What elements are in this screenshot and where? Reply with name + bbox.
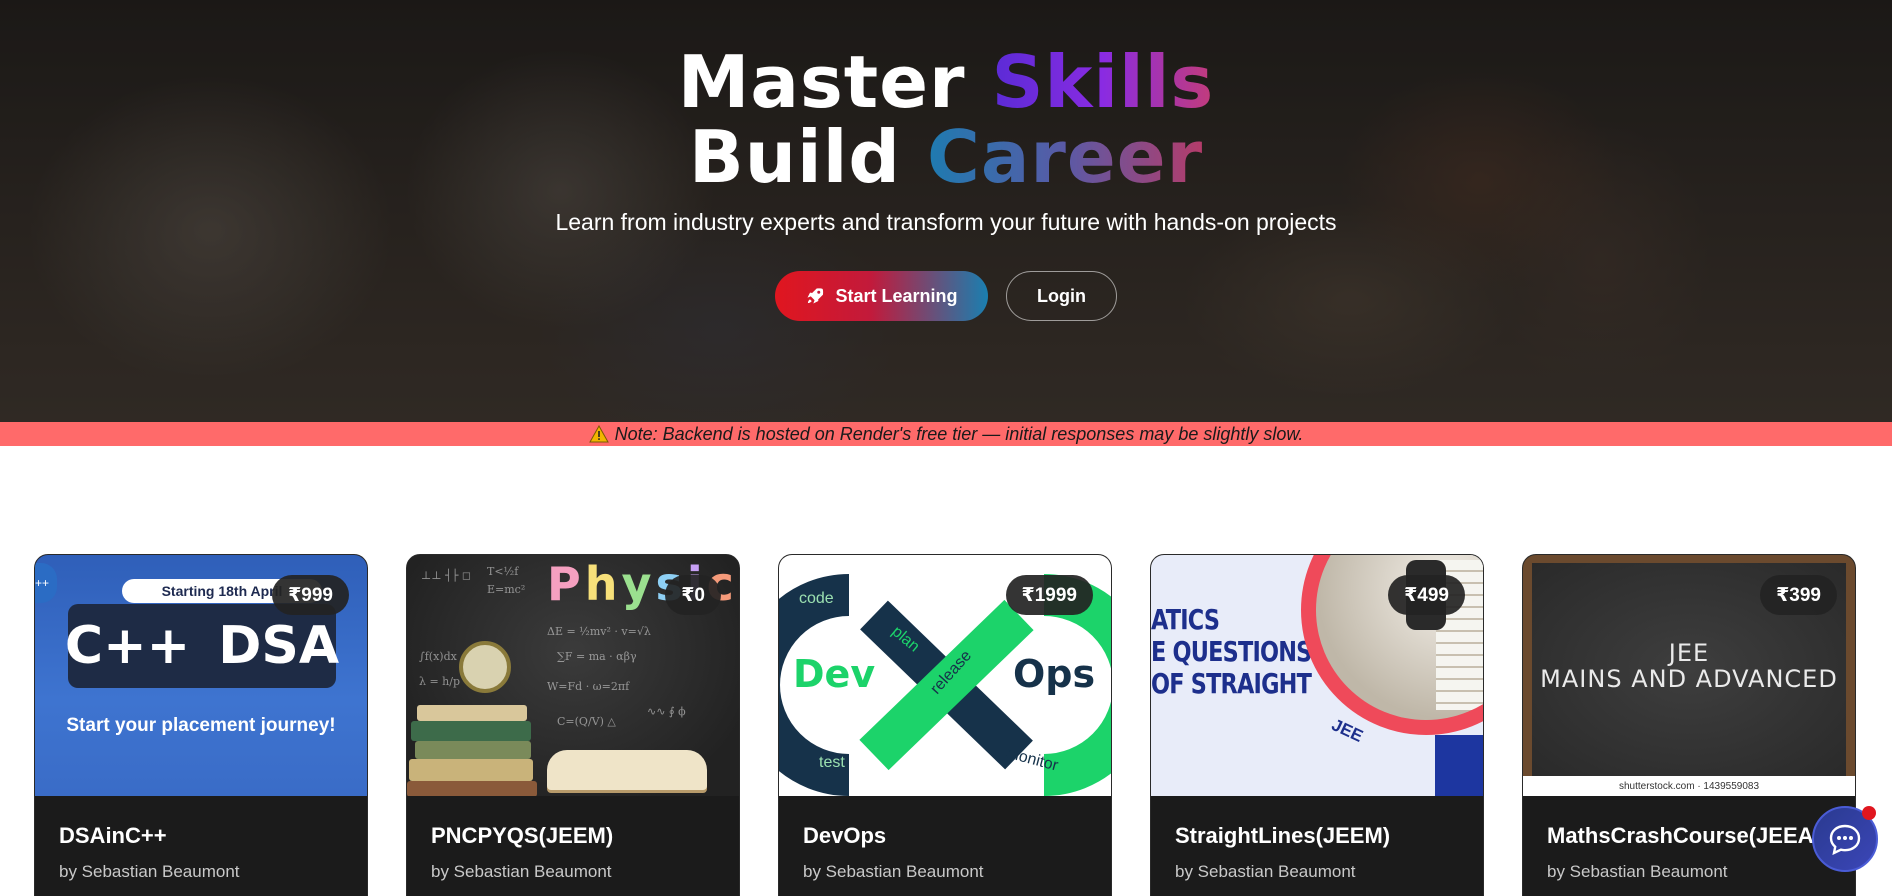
price-badge: ₹1999 bbox=[1005, 575, 1093, 615]
book-stack bbox=[415, 741, 531, 759]
course-card[interactable]: ++ Starting 18th April C++ DSA Start you… bbox=[34, 554, 368, 896]
hero-section: Master Skills Build Career Learn from in… bbox=[0, 0, 1892, 422]
thumb-blue-bar bbox=[1435, 735, 1483, 796]
course-title[interactable]: DevOps bbox=[803, 823, 886, 849]
hero-title-word-build: Build bbox=[688, 115, 901, 199]
thumb-credit: shutterstock.com · 1439559083 bbox=[1523, 776, 1855, 796]
backend-note-banner: Note: Backend is hosted on Render's free… bbox=[0, 422, 1892, 446]
course-title[interactable]: DSAinC++ bbox=[59, 823, 167, 849]
devops-word-monitor: monitor bbox=[1004, 744, 1061, 774]
price-badge: ₹399 bbox=[1760, 575, 1837, 615]
thumb-chalk-doodle: ΔE = ½mv² · v=√λ bbox=[547, 625, 651, 638]
cpp-logo-icon: ++ bbox=[35, 563, 57, 603]
thumb-chalk-doodle: ∫f(x)dx bbox=[419, 650, 457, 663]
course-author: by Sebastian Beaumont bbox=[1547, 862, 1728, 881]
login-button[interactable]: Login bbox=[1006, 271, 1117, 321]
thumb-tagline: Start your placement journey! bbox=[66, 715, 336, 736]
thumb-chalk-doodle: ∿∿ ∮ ϕ bbox=[647, 705, 686, 718]
course-author: by Sebastian Beaumont bbox=[59, 862, 240, 881]
thumb-text-line1: JEE bbox=[1668, 639, 1710, 667]
course-title[interactable]: StraightLines(JEEM) bbox=[1175, 823, 1390, 849]
book-stack bbox=[407, 781, 537, 796]
thumb-text-line2: MAINS AND ADVANCED bbox=[1540, 665, 1838, 693]
hero-title-word-skills: Skills bbox=[991, 40, 1215, 124]
thumb-chalk-doodle: C=(Q/V) △ bbox=[557, 715, 616, 728]
thumb-headline-right: DSA bbox=[218, 616, 340, 676]
course-card[interactable]: Physics ⊥⊥ ┤├ ◻ T<½f E=mc² ΔE = ½mv² · v… bbox=[406, 554, 740, 896]
warning-icon bbox=[588, 425, 609, 443]
price-badge: ₹499 bbox=[1388, 575, 1465, 615]
price-badge: ₹0 bbox=[665, 575, 721, 615]
thumb-headline: C++ DSA bbox=[64, 604, 340, 688]
thumb-text-line3: OF STRAIGHT bbox=[1151, 667, 1312, 700]
thumb-chalk-doodle: T<½f bbox=[487, 565, 519, 578]
start-learning-label: Start Learning bbox=[835, 285, 958, 306]
course-card[interactable]: ATICS E QUESTIONS OF STRAIGHT JEE ₹499 S… bbox=[1150, 554, 1484, 896]
start-learning-button[interactable]: Start Learning bbox=[775, 271, 988, 321]
devops-word-ops: Ops bbox=[1013, 652, 1095, 696]
price-badge: ₹999 bbox=[272, 575, 349, 615]
open-book-icon bbox=[547, 750, 707, 790]
course-author: by Sebastian Beaumont bbox=[1175, 862, 1356, 881]
course-author: by Sebastian Beaumont bbox=[431, 862, 612, 881]
backend-note-text: Note: Backend is hosted on Render's free… bbox=[614, 423, 1304, 444]
thumb-chalk-doodle: ∑F = ma · αβγ bbox=[557, 650, 637, 663]
course-title[interactable]: MathsCrashCourse(JEEA bbox=[1547, 823, 1814, 849]
hero-title-word-master: Master bbox=[677, 40, 966, 124]
hero-title-word-career: Career bbox=[927, 115, 1204, 199]
book-stack bbox=[409, 759, 533, 781]
hero-subtitle: Learn from industry experts and transfor… bbox=[555, 209, 1337, 235]
thumb-jee-label: JEE bbox=[1328, 715, 1366, 746]
hero-title-line2: Build Career bbox=[0, 120, 1892, 194]
thumb-headline-left: C++ bbox=[64, 616, 191, 676]
rocket-icon bbox=[807, 288, 824, 304]
devops-word-test: test bbox=[819, 754, 845, 771]
alarm-clock-icon bbox=[459, 641, 511, 693]
thumb-chalk-doodle: λ = h/p bbox=[419, 675, 461, 688]
thumb-text-line1: ATICS bbox=[1151, 603, 1220, 636]
thumb-text-line2: E QUESTIONS bbox=[1151, 635, 1312, 668]
devops-word-code: code bbox=[799, 590, 834, 607]
book-stack bbox=[417, 705, 527, 721]
course-title[interactable]: PNCPYQS(JEEM) bbox=[431, 823, 613, 849]
hero-title-line1: Master Skills bbox=[0, 45, 1892, 119]
book-stack bbox=[411, 721, 531, 741]
thumb-chalk-doodle: W=Fd · ω=2πf bbox=[547, 680, 630, 693]
thumb-chalk-doodle: ⊥⊥ ┤├ ◻ bbox=[421, 569, 472, 582]
devops-word-dev: Dev bbox=[793, 652, 875, 696]
thumb-chalk-doodle: E=mc² bbox=[487, 583, 526, 596]
chat-notification-dot bbox=[1862, 806, 1876, 820]
course-card[interactable]: JEE MAINS AND ADVANCED shutterstock.com … bbox=[1522, 554, 1856, 896]
chat-bubble-icon bbox=[1829, 824, 1861, 855]
course-author: by Sebastian Beaumont bbox=[803, 862, 984, 881]
course-card[interactable]: code test plan release monitor Dev Ops ₹… bbox=[778, 554, 1112, 896]
